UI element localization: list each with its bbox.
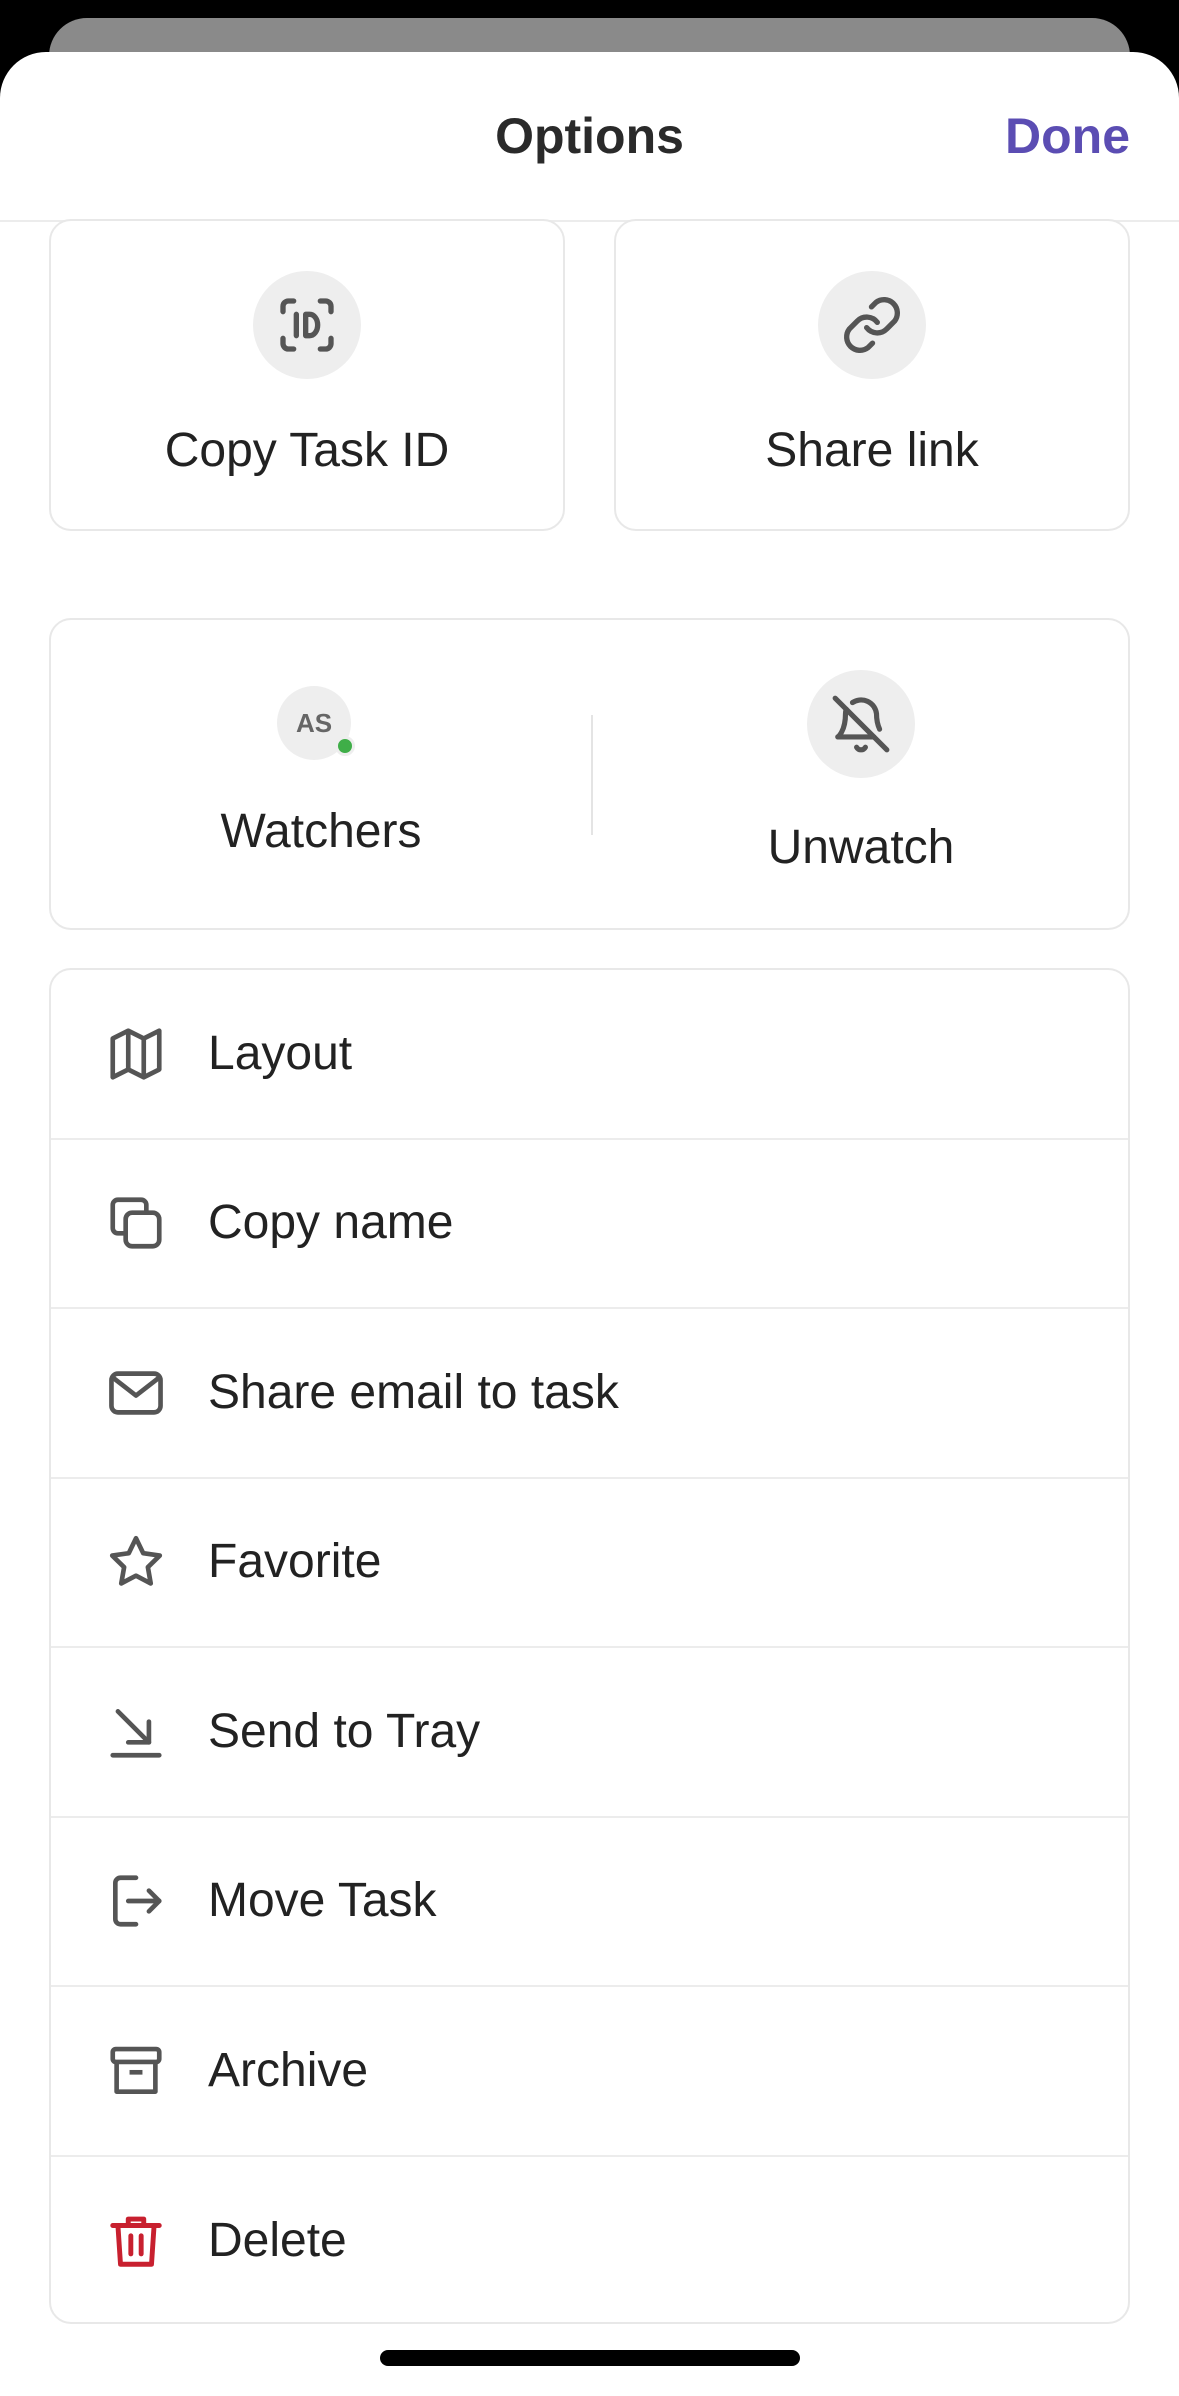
menu-item-label: Move Task [208, 1874, 437, 1928]
quick-actions: Copy Task ID Share link [49, 219, 1130, 531]
menu-item-archive[interactable]: Archive [51, 1987, 1128, 2157]
mail-icon [103, 1360, 169, 1426]
options-menu: Layout Copy name Share email to task Fav… [49, 968, 1130, 2324]
menu-item-send-to-tray[interactable]: Send to Tray [51, 1648, 1128, 1818]
menu-item-label: Send to Tray [208, 1704, 481, 1758]
menu-item-label: Favorite [208, 1535, 382, 1589]
menu-item-label: Copy name [208, 1196, 454, 1250]
watch-card: AS Watchers Unwatch [49, 618, 1130, 930]
menu-item-label: Archive [208, 2043, 369, 2097]
menu-item-label: Share email to task [208, 1365, 619, 1419]
avatar-initials: AS [295, 707, 333, 738]
bell-off-icon [807, 670, 915, 778]
avatar: AS [277, 686, 355, 760]
trash-icon [103, 2208, 169, 2274]
page-title: Options [495, 108, 684, 164]
watchers-label: Watchers [220, 805, 422, 858]
archive-box-icon [103, 2038, 169, 2104]
id-scan-icon [253, 271, 361, 379]
arrow-to-tray-icon [103, 1699, 169, 1765]
menu-item-copy-name[interactable]: Copy name [51, 1140, 1128, 1309]
star-icon [103, 1529, 169, 1595]
map-layout-icon [103, 1021, 169, 1087]
menu-item-delete[interactable]: Delete [51, 2157, 1128, 2323]
unwatch-label: Unwatch [767, 821, 955, 874]
menu-item-label: Layout [208, 1026, 353, 1080]
share-link-label: Share link [765, 424, 979, 477]
move-out-icon [103, 1868, 169, 1934]
copy-task-id-label: Copy Task ID [164, 424, 450, 477]
online-status-dot [335, 736, 355, 756]
sheet-header: Options Done [0, 52, 1179, 222]
copy-task-id-button[interactable]: Copy Task ID [49, 219, 565, 531]
menu-item-favorite[interactable]: Favorite [51, 1479, 1128, 1648]
menu-item-move-task[interactable]: Move Task [51, 1818, 1128, 1987]
home-indicator [380, 2350, 800, 2366]
link-icon [818, 271, 926, 379]
watchers-button[interactable]: AS Watchers [51, 620, 591, 928]
done-button[interactable]: Done [1005, 107, 1130, 165]
menu-item-label: Delete [208, 2214, 347, 2268]
copy-icon [103, 1190, 169, 1256]
unwatch-button[interactable]: Unwatch [591, 620, 1131, 928]
share-link-button[interactable]: Share link [614, 219, 1130, 531]
menu-item-layout[interactable]: Layout [51, 970, 1128, 1140]
menu-item-share-email[interactable]: Share email to task [51, 1309, 1128, 1479]
